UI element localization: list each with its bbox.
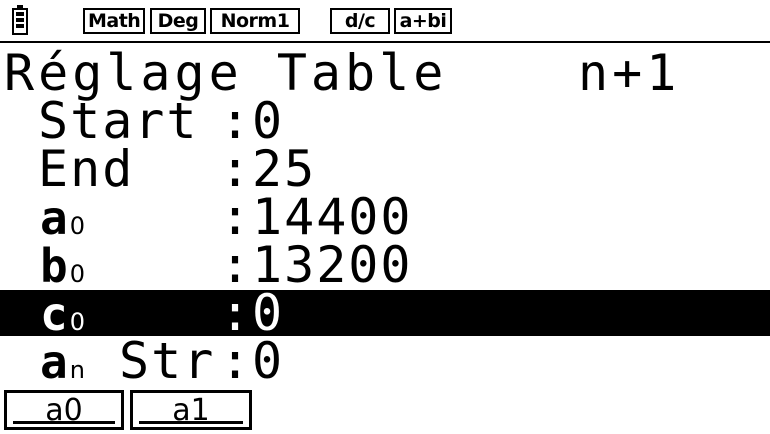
recurrence-type: n+1 — [578, 44, 681, 102]
fkey-a1[interactable]: a1 — [130, 390, 252, 430]
setting-row-start[interactable]: Start : 0 — [0, 92, 770, 150]
angle-mode-badge: Deg — [150, 8, 206, 34]
end-colon: : — [220, 140, 253, 198]
display-mode-badge: Norm1 — [210, 8, 300, 34]
b0-colon: : — [220, 236, 253, 294]
a0-value[interactable]: 14400 — [252, 192, 413, 242]
end-value[interactable]: 25 — [252, 144, 316, 194]
setting-row-c0[interactable]: c0 : 0 — [0, 284, 770, 342]
c0-value[interactable]: 0 — [252, 288, 284, 338]
fraction-mode-badge: d/c — [330, 8, 390, 34]
start-label: Start — [38, 92, 199, 150]
math-mode-badge: Math — [83, 8, 145, 34]
a0-colon: : — [220, 188, 253, 246]
complex-mode-badge: a+bi — [394, 8, 452, 34]
c0-colon: : — [220, 284, 253, 342]
setting-row-end[interactable]: End : 25 — [0, 140, 770, 198]
battery-icon — [12, 5, 28, 35]
setting-row-a0[interactable]: a0 : 14400 — [0, 188, 770, 246]
page-title: Réglage Table n+1 — [0, 44, 770, 102]
an-str-colon: : — [220, 332, 253, 390]
an-str-label: an Str — [40, 332, 216, 390]
title-label: Réglage Table — [4, 44, 448, 102]
fkey-a0[interactable]: a0 — [4, 390, 124, 430]
b0-value[interactable]: 13200 — [252, 240, 413, 290]
status-bar: Math Deg Norm1 d/c a+bi — [0, 0, 770, 42]
end-label: End — [38, 140, 135, 198]
an-str-value[interactable]: 0 — [252, 336, 284, 386]
setting-row-an-str[interactable]: an Str : 0 — [0, 332, 770, 390]
setting-row-b0[interactable]: b0 : 13200 — [0, 236, 770, 294]
start-colon: : — [220, 92, 253, 150]
status-separator — [0, 41, 770, 43]
start-value[interactable]: 0 — [252, 96, 284, 146]
